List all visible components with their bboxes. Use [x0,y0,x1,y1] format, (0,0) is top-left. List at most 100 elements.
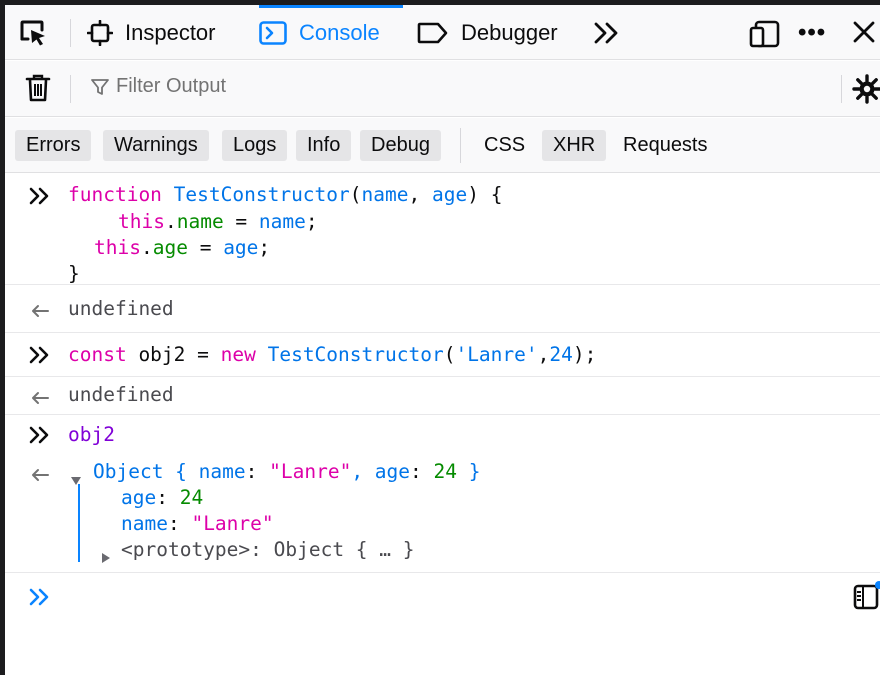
tab-inspector[interactable]: Inspector [87,5,216,60]
code-token: : [167,512,192,535]
debugger-icon [417,22,449,44]
tree-guide [78,484,80,562]
more-tools-chevron-icon[interactable] [593,21,621,50]
collapse-triangle-icon[interactable] [101,546,111,569]
filter-separator [70,75,71,103]
filter-logs-button[interactable]: Logs [222,130,288,161]
code-token: name [258,210,306,233]
filter-css-button[interactable]: CSS [473,130,536,161]
code-token: 'Lanre' [455,343,538,366]
code-token: 24 [433,460,457,483]
object-property: name: "Lanre" [121,511,274,537]
console-result-message: Object { name: "Lanre", age: 24 } age: 2… [5,454,880,573]
code-token: age [431,183,468,206]
tab-console[interactable]: Console [259,5,403,60]
object-property: age: 24 [121,485,203,511]
code-token: obj2 = [126,343,221,366]
console-output: function TestConstructor(name, age) { th… [5,174,880,573]
code-token: , [537,343,550,366]
filter-requests-button[interactable]: Requests [612,130,719,161]
code-token: function [68,183,162,206]
code-token: age [121,486,157,509]
code-token: name [361,183,409,206]
code-token: this [118,210,165,233]
code-line: } [68,261,80,287]
devtools-toolbar: Inspector Console Debugger ••• [5,5,880,60]
filter-output-input[interactable]: Filter Output [90,75,226,98]
code-token: name [198,460,246,483]
console-input[interactable] [5,571,880,631]
code-token: "Lanre" [269,460,352,483]
input-prompt-icon [29,426,51,449]
inspector-icon [87,19,113,46]
result-value: undefined [68,383,174,406]
element-picker-icon[interactable] [18,19,48,47]
code-token: ) { [467,183,503,206]
tab-console-label: Console [299,19,380,45]
code-token: age [374,460,411,483]
input-prompt-icon [29,588,51,611]
toolbar-separator [70,19,71,47]
code-token: 24 [179,486,204,509]
tab-debugger-label: Debugger [461,19,558,45]
filter-placeholder: Filter Output [116,75,227,97]
code-token: } [68,262,80,285]
selected-tab-indicator [259,5,403,8]
code-line: function TestConstructor(name, age) { [68,182,502,208]
editor-mode-icon[interactable] [853,581,880,616]
code-token: const [68,343,127,366]
code-token: : [156,486,180,509]
code-token: = [187,236,224,259]
filter-separator-right [841,75,842,103]
code-token: : [245,460,270,483]
code-line: const obj2 = new TestConstructor('Lanre'… [68,342,596,368]
code-token: ); [572,343,597,366]
filter-xhr-button[interactable]: XHR [542,130,607,161]
code-token: : [410,460,434,483]
console-input-message: const obj2 = new TestConstructor('Lanre'… [5,333,880,377]
code-token: "Lanre" [191,512,274,535]
filter-errors-button[interactable]: Errors [15,130,92,161]
more-options-icon[interactable]: ••• [798,19,826,47]
code-token: . [164,210,177,233]
tab-debugger[interactable]: Debugger [417,5,558,60]
code-token: this [94,236,141,259]
code-line: obj2 [68,423,115,446]
devtools-panel: Inspector Console Debugger ••• Filter Ou… [5,5,880,675]
filter-debug-button[interactable]: Debug [360,130,441,161]
code-token: TestConstructor [255,343,444,366]
code-line: this.name = name; [118,209,318,235]
filter-info-button[interactable]: Info [296,130,352,161]
code-token: 24 [549,343,573,366]
code-token: ( [443,343,456,366]
gear-icon[interactable] [852,74,880,109]
input-prompt-icon [29,187,51,210]
code-token: new [220,343,256,366]
input-prompt-icon [29,346,51,369]
code-token: name [121,512,168,535]
code-token: = [223,210,259,233]
console-result-message: undefined [5,377,880,415]
console-input-message: function TestConstructor(name, age) { th… [5,174,880,285]
responsive-design-icon[interactable] [748,19,782,54]
filter-group-separator [460,128,461,163]
code-token: age [223,236,259,259]
result-arrow-icon [30,465,50,488]
filter-warnings-button[interactable]: Warnings [103,130,209,161]
code-token: ; [258,236,271,259]
code-token: . [140,236,153,259]
code-token: , [408,183,432,206]
console-icon [259,20,287,45]
code-token: ( [349,183,362,206]
code-token: , [351,460,375,483]
prototype-entry[interactable]: <prototype>: Object { … } [121,537,415,563]
log-level-filters: Errors Warnings Logs Info Debug CSS XHR … [5,118,880,173]
result-arrow-icon [30,388,50,411]
close-icon[interactable] [851,19,877,50]
code-token: Object { [93,460,199,483]
expand-triangle-icon[interactable] [70,468,82,491]
object-summary[interactable]: Object { name: "Lanre", age: 24 } [93,459,480,485]
code-token: ; [305,210,318,233]
trash-icon[interactable] [25,73,51,108]
result-arrow-icon [30,301,50,324]
